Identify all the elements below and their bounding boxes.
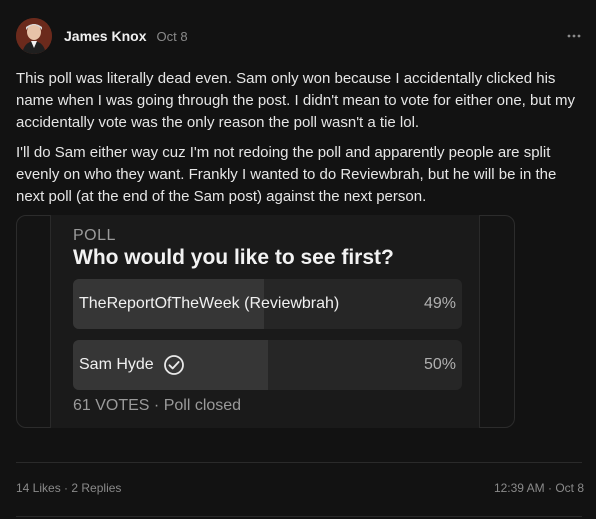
replies-count[interactable]: 2 Replies bbox=[71, 481, 121, 495]
post-date: Oct 8 bbox=[156, 28, 188, 44]
avatar[interactable] bbox=[16, 18, 52, 54]
poll-footer: 61 VOTES · Poll closed bbox=[73, 397, 242, 414]
poll-option-label: Sam Hyde bbox=[79, 340, 185, 390]
poll-label: POLL bbox=[73, 227, 116, 244]
poll-option-text: Sam Hyde bbox=[79, 356, 154, 373]
avatar-portrait-icon bbox=[16, 18, 52, 54]
post-paragraph: I'll do Sam either way cuz I'm not redoi… bbox=[16, 144, 557, 205]
poll-content: POLL Who would you like to see first? Th… bbox=[50, 215, 480, 428]
more-horizontal-icon[interactable] bbox=[566, 28, 582, 44]
likes-count[interactable]: 14 Likes bbox=[16, 481, 61, 495]
post-footer-date: Oct 8 bbox=[555, 481, 584, 495]
poll-question: Who would you like to see first? bbox=[73, 246, 394, 269]
post-card: James Knox Oct 8 This poll was literally… bbox=[0, 0, 596, 519]
divider bbox=[16, 516, 582, 517]
post-body: This poll was literally dead even. Sam o… bbox=[16, 68, 584, 216]
post-timestamp: 12:39 AM · Oct 8 bbox=[494, 481, 584, 495]
check-circle-icon bbox=[163, 354, 185, 376]
post-header: James Knox Oct 8 bbox=[16, 17, 582, 55]
stats-separator: · bbox=[60, 481, 72, 495]
poll-option-percent: 50% bbox=[423, 356, 456, 373]
divider bbox=[16, 462, 582, 463]
poll-option-text: TheReportOfTheWeek (Reviewbrah) bbox=[79, 295, 340, 312]
time-separator: · bbox=[544, 481, 556, 495]
poll-option[interactable]: Sam Hyde 50% bbox=[73, 340, 462, 390]
poll-option[interactable]: TheReportOfTheWeek (Reviewbrah) 49% bbox=[73, 279, 462, 329]
poll-option-label: TheReportOfTheWeek (Reviewbrah) bbox=[79, 279, 339, 329]
poll-embed: POLL Who would you like to see first? Th… bbox=[16, 215, 515, 428]
post-paragraph: This poll was literally dead even. Sam o… bbox=[16, 70, 576, 131]
poll-option-percent: 49% bbox=[423, 295, 456, 312]
author-name[interactable]: James Knox bbox=[64, 28, 146, 44]
engagement-stats: 14 Likes · 2 Replies bbox=[16, 481, 121, 495]
post-time: 12:39 AM bbox=[493, 481, 545, 495]
